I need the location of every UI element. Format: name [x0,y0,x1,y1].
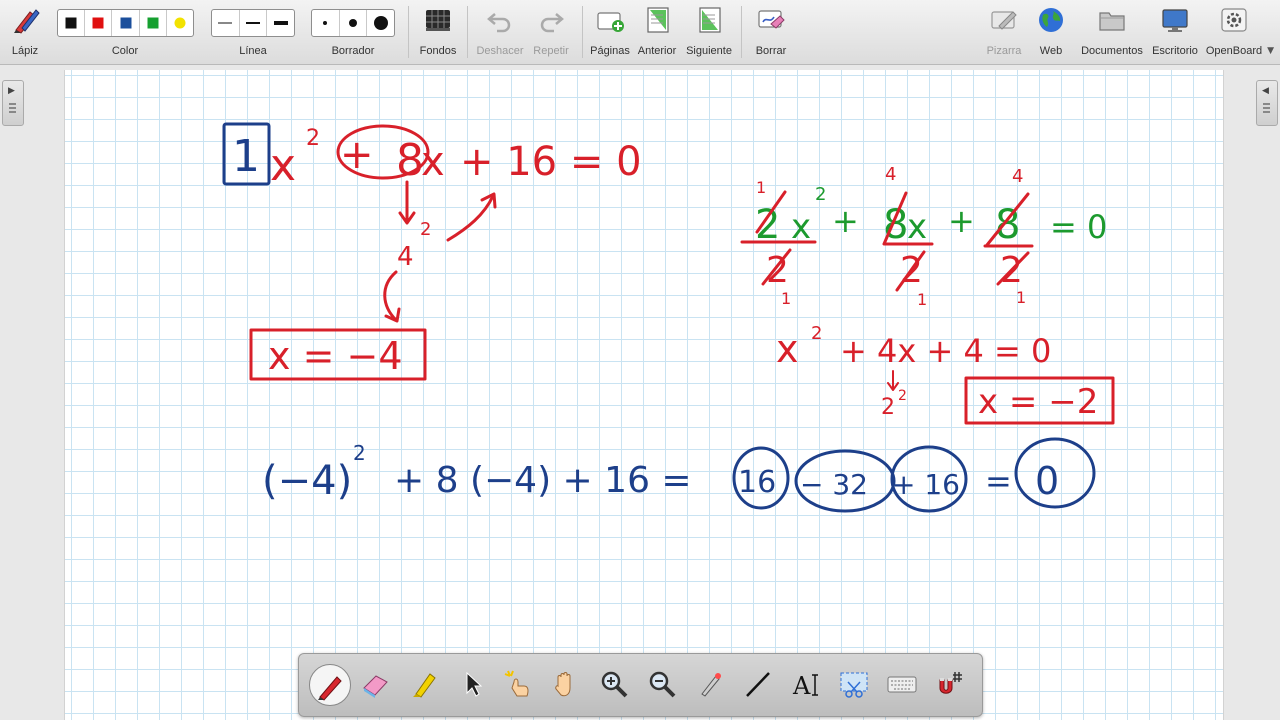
board-mode-button[interactable]: Pizarra [980,0,1028,64]
redo-label: Repetir [533,45,569,57]
globe-icon [1039,8,1063,32]
line-group: Línea [210,0,296,64]
left-panel-toggle[interactable]: ▶ [2,80,24,126]
zoom-in-icon [601,671,628,698]
next-page-icon [699,7,721,33]
highlighter-icon [413,673,436,698]
undo-label: Deshacer [476,45,524,57]
grip-icon [9,103,16,115]
pen-tool-button[interactable] [309,664,351,706]
gear-icon [1221,8,1247,32]
desktop-mode-button[interactable]: Escritorio [1150,0,1200,64]
documents-mode-button[interactable]: Documentos [1076,0,1148,64]
undo-button[interactable]: Deshacer [472,0,528,64]
laser-pen-icon [701,673,721,697]
laser-pen-button[interactable] [689,663,731,705]
eraser-tool-button[interactable] [355,663,397,705]
right-panel-toggle[interactable]: ◀ [1256,80,1278,126]
eraser-label: Borrador [331,45,375,57]
eraser-large-option[interactable] [367,10,394,36]
backgrounds-button[interactable]: Fondos [412,0,464,64]
eraser-group: Borrador [310,0,396,64]
clear-board-icon [758,10,785,29]
color-swatch-green[interactable] [140,10,167,36]
eraser-small-option[interactable] [312,10,340,36]
grid-background-icon [426,10,450,31]
laser-pointer-icon [504,670,529,697]
zoom-in-button[interactable] [593,663,635,705]
tool-dock: A [298,653,983,717]
zoom-out-icon [649,671,676,698]
pencil-icon [14,9,40,34]
pointer-icon [466,671,483,697]
next-page-button[interactable]: Siguiente [684,0,734,64]
select-tool-button[interactable] [451,663,493,705]
add-page-icon [597,12,624,32]
line-medium-option[interactable] [240,10,268,36]
pencil-label: Lápiz [11,45,39,57]
previous-page-label: Anterior [637,45,677,57]
line-thick-option[interactable] [267,10,294,36]
board-mode-label: Pizarra [986,45,1022,57]
capture-icon [840,672,868,698]
clear-board-label: Borrar [755,45,787,57]
line-label: Línea [239,45,267,57]
pen-icon [318,676,342,701]
magnet-icon [939,672,962,694]
color-swatch-yellow[interactable] [167,10,193,36]
svg-text:A: A [792,672,811,700]
virtual-keyboard-button[interactable] [881,663,923,705]
toolbar-overflow-arrow-icon[interactable]: ▼ [1267,46,1274,56]
whiteboard-canvas[interactable] [64,70,1224,720]
color-label: Color [111,45,139,57]
text-icon: A [792,672,818,700]
openboard-menu-button[interactable]: OpenBoard [1203,0,1265,64]
documents-mode-label: Documentos [1081,45,1143,57]
color-group: Color [55,0,195,64]
color-swatch-black[interactable] [58,10,86,36]
highlighter-tool-button[interactable] [403,663,445,705]
monitor-icon [1162,9,1188,32]
pages-label: Páginas [590,45,630,57]
pages-button[interactable]: Páginas [586,0,634,64]
hand-tool-button[interactable] [545,663,587,705]
hand-icon [555,672,571,697]
eraser-medium-option[interactable] [340,10,368,36]
expand-left-icon: ◀ [1262,86,1269,96]
keyboard-icon [887,676,917,693]
color-swatch-red[interactable] [85,10,113,36]
interact-tool-button[interactable] [497,663,539,705]
folder-icon [1099,12,1125,31]
line-tool-button[interactable] [737,663,779,705]
color-palette [57,9,194,37]
pencil-tool-button[interactable]: Lápiz [0,0,50,64]
redo-icon [540,13,564,33]
previous-page-button[interactable]: Anterior [634,0,680,64]
text-tool-button[interactable]: A [785,663,827,705]
main-toolbar: Lápiz Color Línea Borrador Fondos Deshac… [0,0,1280,65]
undo-icon [487,13,511,33]
capture-tool-button[interactable] [833,663,875,705]
clear-board-button[interactable]: Borrar [746,0,796,64]
color-swatch-blue[interactable] [112,10,140,36]
expand-right-icon: ▶ [8,86,15,96]
backgrounds-label: Fondos [419,45,457,57]
magnet-tool-button[interactable] [929,663,971,705]
redo-button[interactable]: Repetir [528,0,574,64]
zoom-out-button[interactable] [641,663,683,705]
web-mode-button[interactable]: Web [1030,0,1072,64]
openboard-menu-label: OpenBoard [1205,45,1263,57]
desktop-mode-label: Escritorio [1152,45,1198,57]
line-thin-option[interactable] [212,10,240,36]
previous-page-icon [647,7,669,33]
grip-icon [1263,103,1270,115]
next-page-label: Siguiente [686,45,732,57]
line-icon [746,672,770,697]
line-width-picker [211,9,295,37]
board-icon [991,11,1017,30]
eraser-icon [363,675,388,698]
eraser-size-picker [311,9,395,37]
web-mode-label: Web [1039,45,1063,57]
